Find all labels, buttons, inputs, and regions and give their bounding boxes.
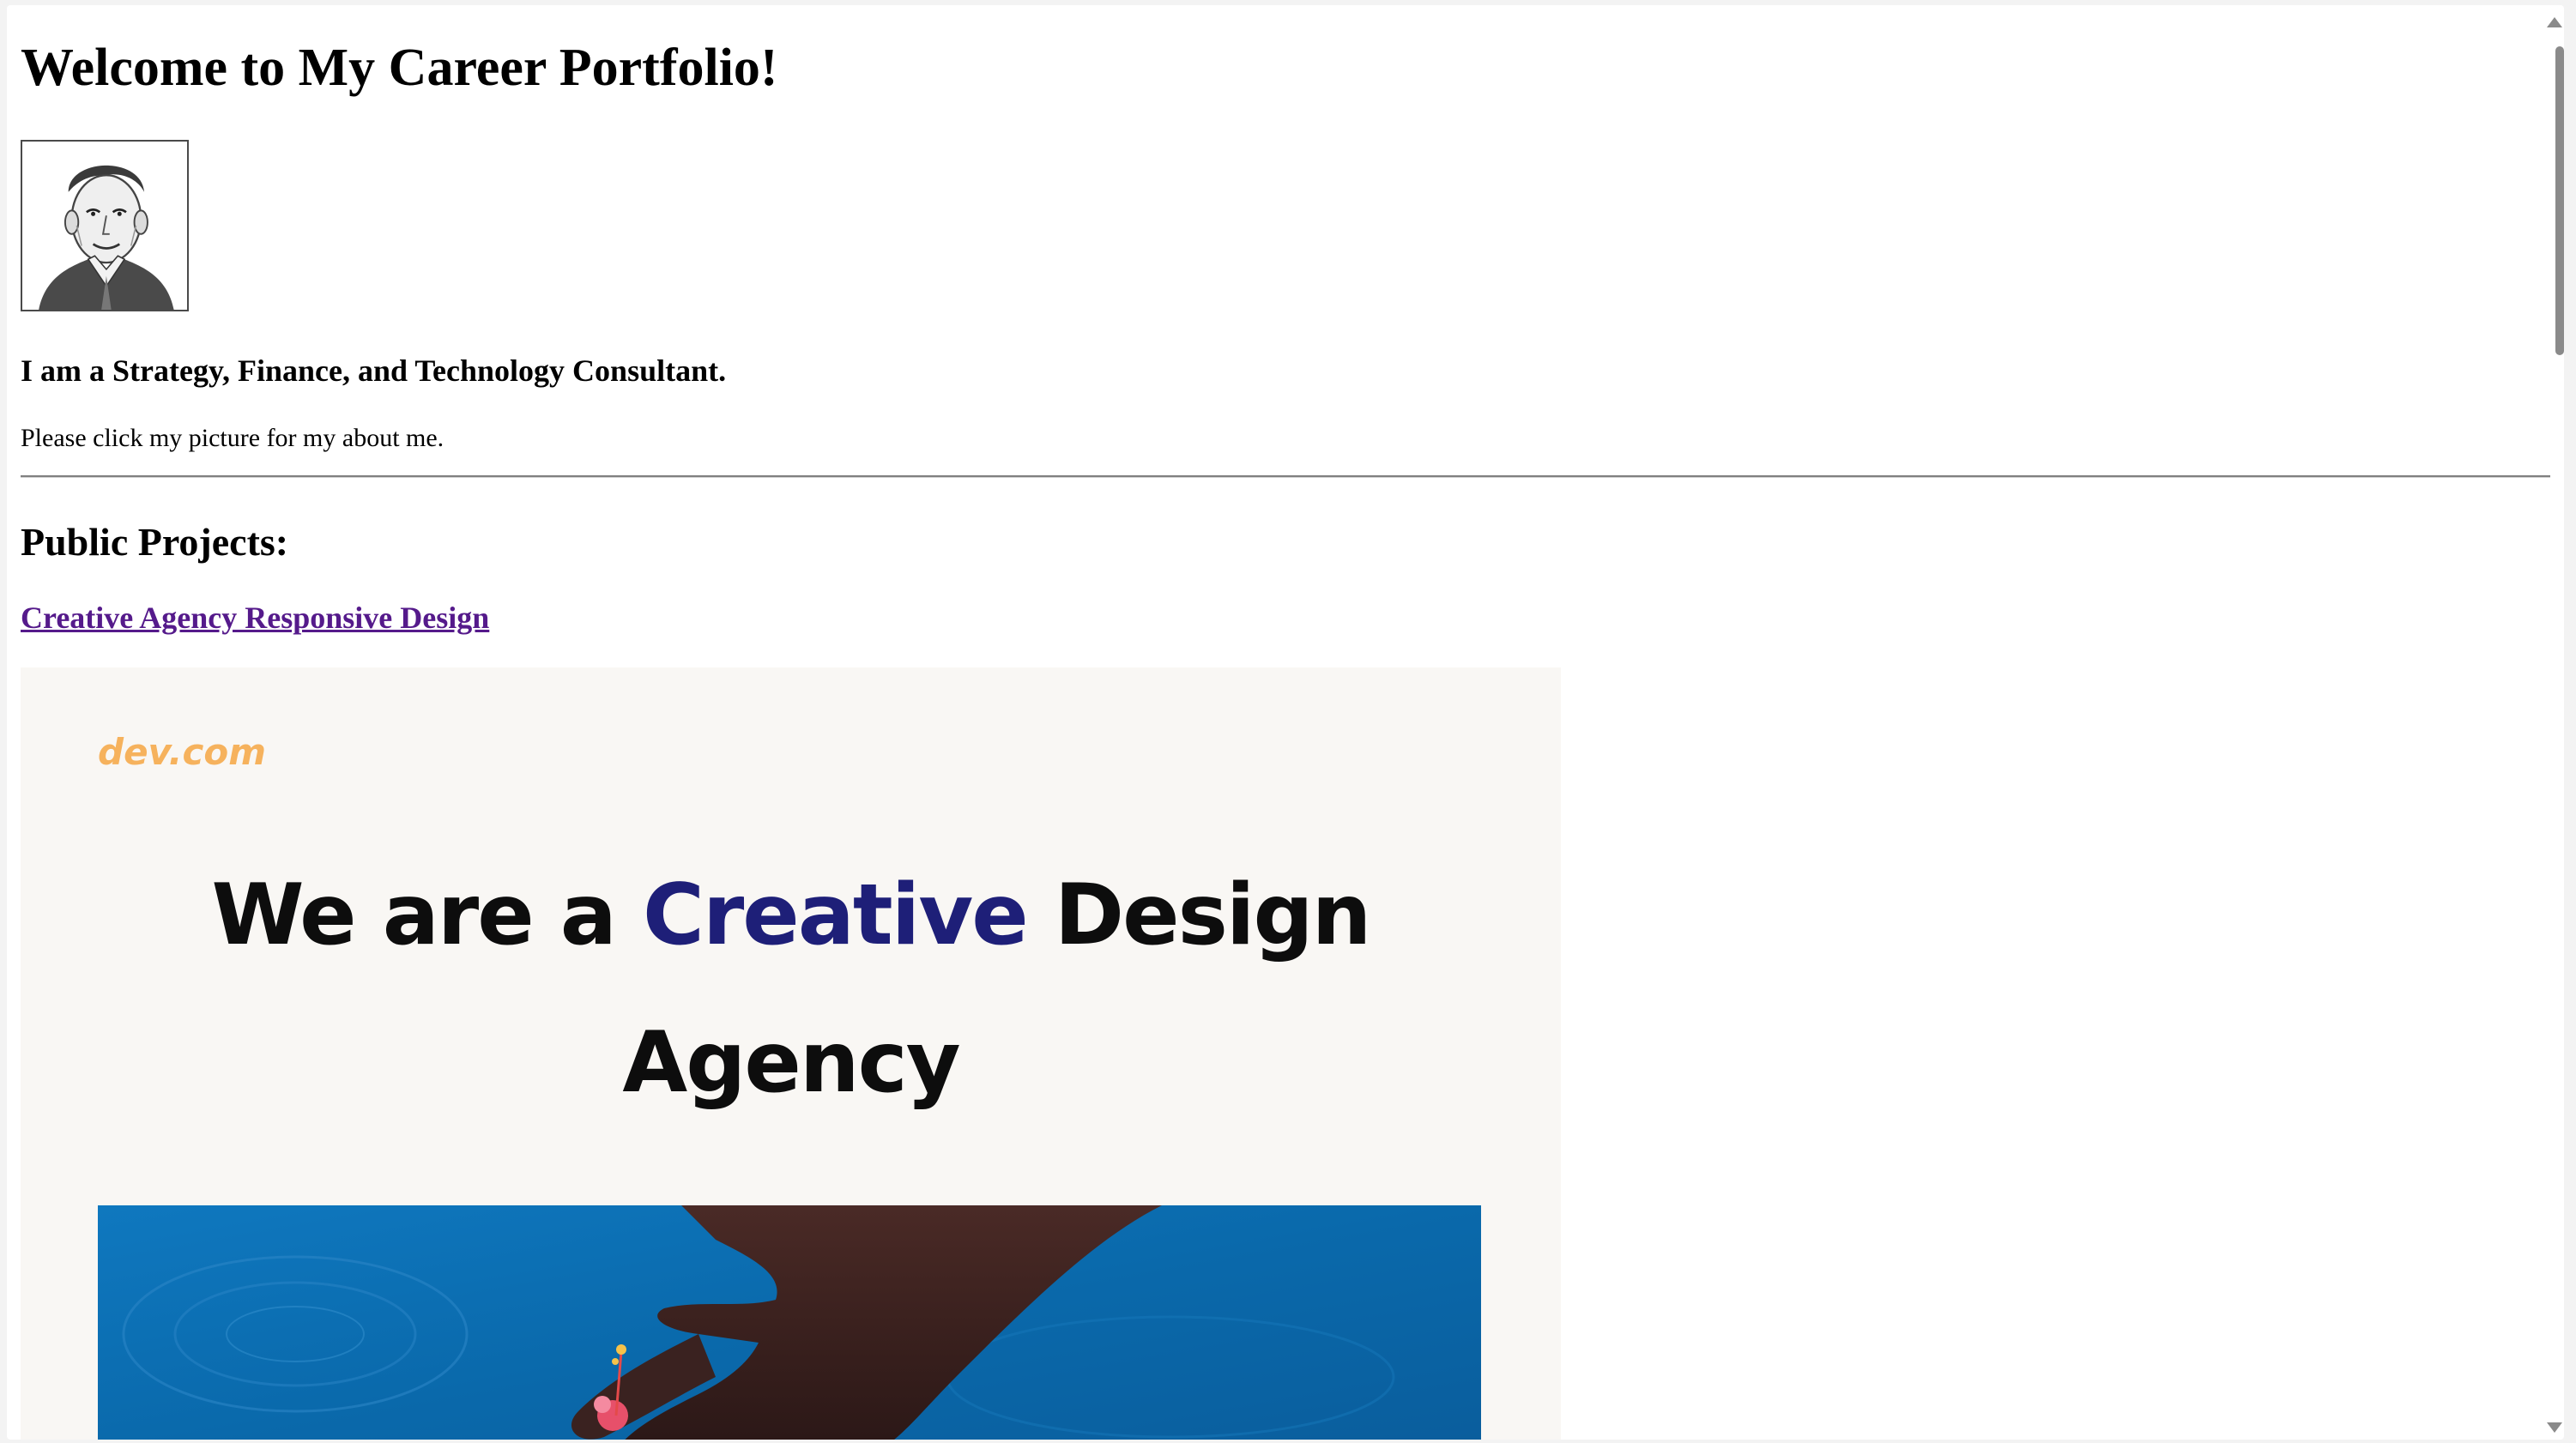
projects-heading: Public Projects: [21,520,289,564]
hero-text-accent: Creative [643,866,1029,964]
triangle-up-icon[interactable] [2547,17,2562,27]
triangle-down-icon[interactable] [2547,1422,2562,1433]
project-link-creative-agency[interactable]: Creative Agency Responsive Design [21,602,489,633]
hero-text-after: Design [1026,866,1372,964]
project-preview-image[interactable]: dev.com We are a Creative Design Agency [21,667,1561,1440]
vertical-scrollbar[interactable] [2545,5,2564,1440]
scrollbar-thumb[interactable] [2555,46,2564,355]
page-title: Welcome to My Career Portfolio! [21,39,778,97]
tagline: I am a Strategy, Finance, and Technology… [21,353,727,388]
preview-hero-line-1: We are a Creative Design [21,873,1561,957]
avatar [22,142,187,310]
profile-picture-link[interactable] [21,140,189,311]
preview-logo: dev.com [98,731,266,773]
water-hand-photo [98,1205,1481,1440]
section-divider [21,475,2550,478]
intro-text: Please click my picture for my about me. [21,424,444,452]
hero-text-before: We are a [211,866,644,964]
browser-viewport: Welcome to My Career Portfolio! I am a S… [7,5,2564,1440]
preview-hero-photo [98,1205,1481,1440]
preview-hero-line-2: Agency [622,1014,960,1112]
